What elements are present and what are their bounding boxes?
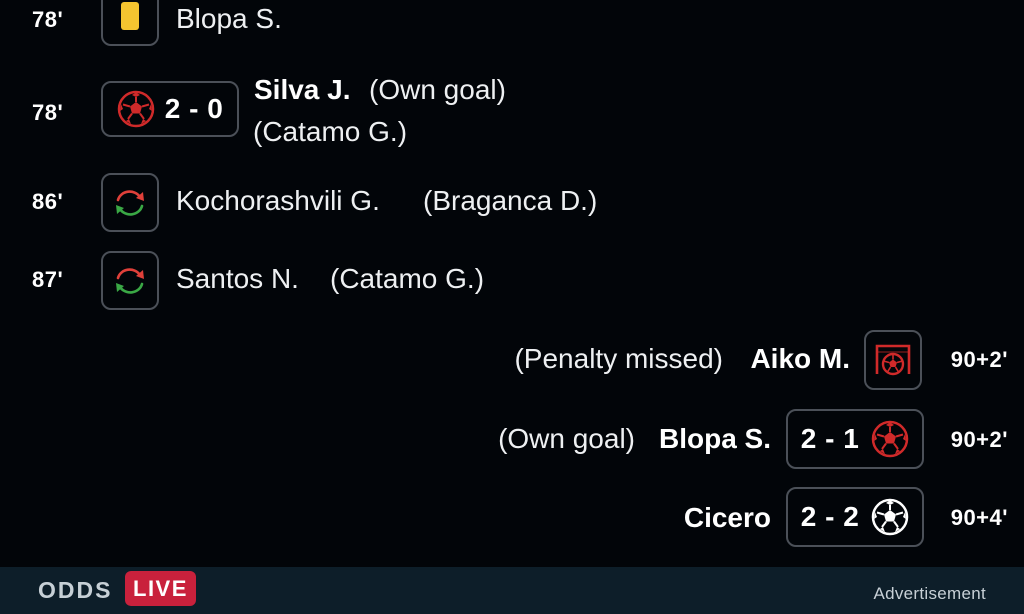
odds-live-bar[interactable]: ODDS LIVE Advertisement bbox=[0, 567, 1024, 614]
event-row: 86' Kochorashvili G. (Braganca D.) bbox=[0, 172, 1024, 232]
event-note: (Own goal) bbox=[369, 74, 506, 105]
event-note: (Penalty missed) bbox=[514, 343, 723, 374]
event-row: (Own goal) Blopa S. 2 - 1 90+2' bbox=[0, 409, 1024, 469]
event-minute: 78' bbox=[32, 100, 64, 125]
event-minute: 87' bbox=[32, 267, 64, 292]
score-box: 2 - 2 bbox=[786, 487, 924, 547]
live-badge: LIVE bbox=[125, 571, 196, 606]
score-text: 2 - 1 bbox=[800, 423, 860, 454]
event-icon-box bbox=[101, 0, 159, 46]
event-row: 78' 2 - 0 Silva J. (Own goal) (Catamo G.… bbox=[0, 70, 1024, 160]
event-icon-box bbox=[864, 330, 922, 390]
event-player: Santos N. bbox=[176, 263, 299, 294]
event-assist: (Braganca D.) bbox=[423, 185, 598, 216]
event-player: Cicero bbox=[683, 502, 771, 533]
event-icon-box bbox=[101, 251, 159, 310]
event-minute: 90+2' bbox=[950, 427, 1008, 452]
event-minute: 86' bbox=[32, 189, 64, 214]
event-row: 78' Blopa S. bbox=[0, 0, 1024, 50]
event-assist: (Catamo G.) bbox=[253, 116, 408, 147]
event-player: Aiko M. bbox=[750, 343, 850, 374]
event-row: 87' Santos N. (Catamo G.) bbox=[0, 250, 1024, 310]
substitution-icon bbox=[113, 266, 147, 296]
yellow-card-icon bbox=[120, 1, 140, 36]
ball-white-icon bbox=[871, 498, 909, 536]
event-row: Cicero 2 - 2 90+4' bbox=[0, 487, 1024, 547]
odds-label: ODDS bbox=[38, 577, 113, 603]
score-text: 2 - 0 bbox=[164, 93, 224, 124]
event-player: Kochorashvili G. bbox=[176, 185, 380, 216]
event-icon-box bbox=[101, 173, 159, 232]
score-box: 2 - 1 bbox=[786, 409, 924, 469]
event-minute: 78' bbox=[32, 7, 64, 32]
substitution-icon bbox=[113, 188, 147, 218]
event-minute: 90+2' bbox=[950, 347, 1008, 372]
score-box: 2 - 0 bbox=[101, 81, 239, 137]
event-note: (Own goal) bbox=[498, 423, 635, 454]
score-text: 2 - 2 bbox=[800, 501, 860, 532]
event-player: Blopa S. bbox=[658, 423, 771, 454]
event-player: Blopa S. bbox=[176, 3, 282, 34]
event-player: Silva J. bbox=[254, 74, 351, 105]
advertisement-label: Advertisement bbox=[873, 584, 986, 603]
ball-red-icon bbox=[871, 420, 909, 458]
event-assist: (Catamo G.) bbox=[330, 263, 485, 294]
ball-red-icon bbox=[117, 90, 155, 128]
missed-penalty-icon bbox=[874, 342, 912, 378]
event-row: (Penalty missed) Aiko M. 90+2' bbox=[0, 330, 1024, 390]
event-minute: 90+4' bbox=[950, 505, 1008, 530]
